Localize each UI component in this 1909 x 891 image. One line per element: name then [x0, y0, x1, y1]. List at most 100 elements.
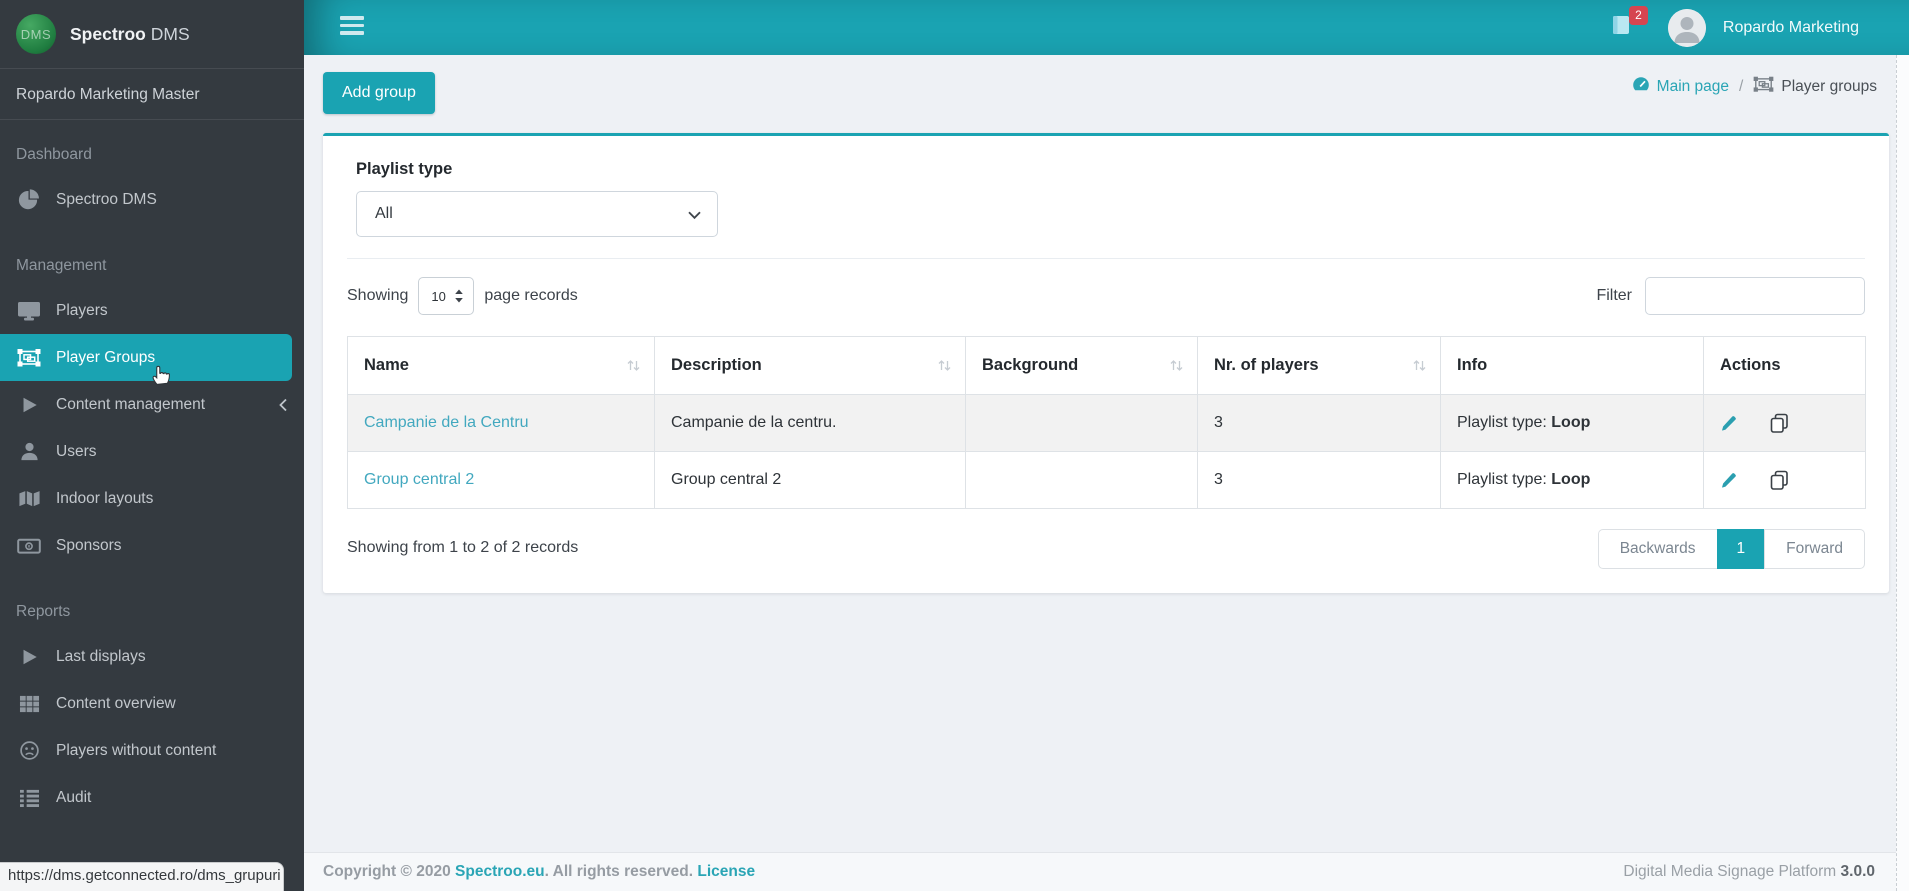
sidebar-item-indoor-layouts[interactable]: Indoor layouts: [0, 475, 304, 522]
pie-chart-icon: [16, 188, 42, 211]
column-header-name[interactable]: Name: [347, 336, 655, 395]
list-icon: [16, 788, 42, 807]
object-group-icon: [1753, 75, 1774, 98]
workspace-name: Ropardo Marketing Master: [0, 69, 304, 120]
page-size-control: Showing 10 page records: [347, 276, 578, 316]
topbar-user-name[interactable]: Ropardo Marketing: [1723, 19, 1859, 37]
player-groups-card: Playlist type All Showing 10 page record…: [323, 133, 1889, 593]
sidebar-item-label: Last displays: [56, 647, 146, 665]
chevron-left-icon: [278, 398, 288, 412]
sidebar-section-reports: Reports: [16, 603, 71, 620]
footer-copyright: Copyright © 2020 Spectroo.eu. All rights…: [323, 863, 756, 880]
avatar[interactable]: [1667, 8, 1706, 47]
playlist-type-select[interactable]: All: [356, 191, 718, 237]
sidebar-item-spectroo-dms[interactable]: Spectroo DMS: [0, 176, 304, 223]
sidebar-item-player-groups[interactable]: Player Groups: [0, 334, 292, 381]
group-info: Playlist type: Loop: [1440, 451, 1704, 509]
sort-icon: [626, 358, 641, 378]
group-background: [965, 394, 1198, 452]
topbar-right: 2 Ropardo Marketing: [1609, 0, 1859, 55]
sidebar-item-label: Players without content: [56, 741, 217, 759]
table-row: Campanie de la Centru Campanie de la cen…: [347, 394, 1866, 452]
brand[interactable]: DMS Spectroo DMS: [0, 0, 304, 69]
frown-icon: [16, 740, 42, 761]
breadcrumb: Main page / Player groups: [1632, 75, 1877, 98]
column-header-background[interactable]: Background: [965, 336, 1198, 395]
sidebar-item-sponsors[interactable]: Sponsors: [0, 522, 304, 569]
spectroo-eu-link[interactable]: Spectroo.eu: [455, 863, 545, 880]
sidebar-section-dashboard: Dashboard: [16, 146, 92, 163]
pagination-page-1-button[interactable]: 1: [1716, 529, 1766, 569]
sidebar-item-content-overview[interactable]: Content overview: [0, 680, 304, 727]
dashboard-gauge-icon: [1632, 76, 1650, 98]
breadcrumb-main-label: Main page: [1656, 77, 1730, 95]
edit-pencil-icon[interactable]: [1720, 414, 1738, 432]
clone-icon[interactable]: [1769, 413, 1789, 433]
sidebar-item-audit[interactable]: Audit: [0, 774, 304, 821]
filter-input[interactable]: [1645, 277, 1865, 315]
notification-badge: 2: [1628, 6, 1648, 25]
column-header-nr-of-players[interactable]: Nr. of players: [1197, 336, 1441, 395]
sidebar-item-last-displays[interactable]: Last displays: [0, 633, 304, 680]
sort-icon: [937, 358, 952, 378]
sidebar-item-content-management[interactable]: Content management: [0, 381, 304, 428]
grid-icon: [16, 694, 42, 714]
group-description: Group central 2: [654, 451, 966, 509]
column-header-info: Info: [1440, 336, 1704, 395]
divider: [347, 258, 1865, 259]
filter-control: Filter: [1596, 276, 1865, 316]
breadcrumb-main-page-link[interactable]: Main page: [1632, 76, 1729, 98]
sidebar-item-label: Audit: [56, 788, 92, 806]
user-icon: [16, 441, 42, 462]
sidebar-section-management: Management: [16, 257, 107, 274]
map-icon: [16, 488, 42, 509]
player-groups-table: Name Description Background Nr. of playe…: [347, 336, 1866, 509]
edit-pencil-icon[interactable]: [1720, 471, 1738, 489]
page-size-select[interactable]: 10: [418, 277, 475, 315]
topbar: 2 Ropardo Marketing: [304, 0, 1909, 55]
group-background: [965, 451, 1198, 509]
table-row: Group central 2 Group central 2 3 Playli…: [347, 451, 1866, 509]
column-header-description[interactable]: Description: [654, 336, 966, 395]
money-icon: [16, 536, 42, 556]
sidebar-item-players-without-content[interactable]: Players without content: [0, 727, 304, 774]
sidebar-item-label: Content management: [56, 395, 206, 413]
pagination-forward-button[interactable]: Forward: [1764, 529, 1865, 569]
clone-icon[interactable]: [1769, 470, 1789, 490]
sidebar-menu: Dashboard Spectroo DMS Management Player…: [0, 120, 304, 821]
pagination-backwards-button[interactable]: Backwards: [1597, 529, 1718, 569]
records-summary: Showing from 1 to 2 of 2 records: [347, 539, 579, 556]
sidebar-item-users[interactable]: Users: [0, 428, 304, 475]
column-header-actions: Actions: [1703, 336, 1866, 395]
footer: Copyright © 2020 Spectroo.eu. All rights…: [304, 852, 1896, 891]
group-info: Playlist type: Loop: [1440, 394, 1704, 452]
pagination: Backwards 1 Forward: [1597, 529, 1865, 569]
table-header-row: Name Description Background Nr. of playe…: [347, 336, 1866, 395]
add-group-button[interactable]: Add group: [323, 72, 435, 114]
license-link[interactable]: License: [697, 863, 755, 880]
scrollbar-track[interactable]: [1896, 55, 1909, 891]
brand-title-bold: Spectroo: [70, 23, 146, 44]
playlist-type-value: All: [375, 205, 393, 222]
table-controls: Showing 10 page records Filter: [347, 276, 1865, 316]
sidebar-item-players[interactable]: Players: [0, 287, 304, 334]
group-name-link[interactable]: Group central 2: [364, 471, 474, 488]
brand-logo-icon: DMS: [16, 14, 56, 54]
page-size-value: 10: [431, 288, 446, 304]
hamburger-icon[interactable]: [340, 16, 364, 39]
sidebar-item-label: Sponsors: [56, 536, 122, 554]
app-window: DMS Spectroo DMS Ropardo Marketing Maste…: [0, 0, 1909, 891]
footer-platform-version: Digital Media Signage Platform 3.0.0: [1623, 863, 1875, 880]
breadcrumb-separator: /: [1739, 77, 1744, 95]
notifications-icon[interactable]: 2: [1609, 6, 1648, 42]
sidebar-item-label: Players: [56, 301, 108, 319]
chevron-down-icon: [688, 211, 701, 220]
spinner-icon: [455, 289, 463, 303]
sidebar-item-label: Users: [56, 442, 97, 460]
sort-icon: [1169, 358, 1184, 378]
play-icon: [16, 395, 42, 415]
page-records-label: page records: [484, 287, 578, 304]
group-description: Campanie de la centru.: [654, 394, 966, 452]
group-name-link[interactable]: Campanie de la Centru: [364, 414, 529, 431]
breadcrumb-current: Player groups: [1753, 75, 1877, 98]
